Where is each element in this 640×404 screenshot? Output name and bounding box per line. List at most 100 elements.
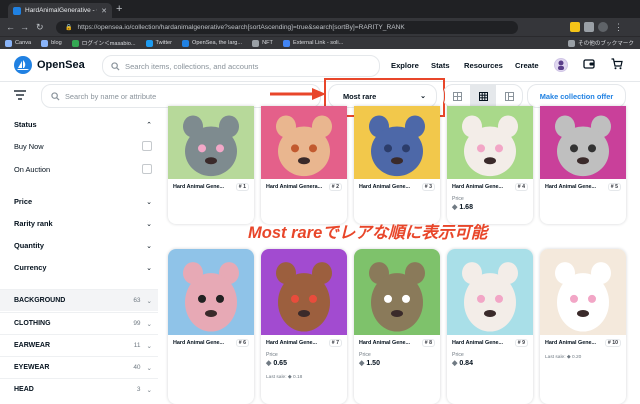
nft-name-row: Hard Animal Gene... # 1 [173, 183, 249, 191]
extension-icon[interactable] [570, 22, 580, 32]
quantity-section-header[interactable]: Quantity ⌄ [14, 241, 152, 250]
price-section-header[interactable]: Price ⌄ [14, 197, 152, 206]
nft-image[interactable] [168, 249, 254, 335]
global-search-placeholder: Search items, collections, and accounts [125, 61, 259, 71]
nft-card[interactable]: Hard Animal Gene... # 1 [168, 106, 254, 224]
trait-background[interactable]: BACKGROUND 63 ⌄ [0, 289, 158, 311]
bookmark-canva[interactable]: Canva [5, 39, 31, 47]
status-section-header[interactable]: Status ⌃ [14, 120, 152, 129]
trait-name: EARWEAR [14, 342, 51, 349]
trait-name: HEAD [14, 386, 34, 393]
nav-stats[interactable]: Stats [431, 61, 450, 70]
tab-close-icon[interactable]: ✕ [101, 7, 107, 15]
forward-icon[interactable]: → [20, 20, 29, 34]
opensea-icon [182, 39, 190, 47]
bookmark-twitter[interactable]: Twitter [145, 39, 172, 47]
nft-card[interactable]: Hard Animal Gene... # 4 Price ◆ 1.68 [447, 106, 533, 224]
bookmark-login[interactable]: ログイン＜masabio... [71, 39, 136, 47]
chevron-down-icon: ⌄ [146, 386, 152, 394]
bookmarks-bar: Canva blog ログイン＜masabio... Twitter OpenS… [0, 36, 640, 49]
cart-icon[interactable] [611, 58, 623, 74]
grid-large-view-icon[interactable] [444, 85, 470, 107]
tab-title: HardAnimalGenerative - Colle [25, 7, 97, 14]
grid-small-view-icon[interactable] [470, 85, 496, 107]
price-value: ◆ 0.65 [266, 359, 342, 367]
filter-toggle-icon[interactable] [14, 90, 26, 103]
trait-clothing[interactable]: CLOTHING 99 ⌄ [0, 312, 158, 334]
nft-card[interactable]: Hard Animal Gene... # 6 [168, 249, 254, 404]
url-field[interactable]: 🔒 https://opensea.io/collection/hardanim… [56, 20, 518, 34]
profile-icon[interactable] [598, 22, 608, 32]
rarity-rank-badge: # 2 [328, 183, 342, 191]
wallet-icon[interactable] [583, 58, 595, 74]
global-search-input[interactable]: Search items, collections, and accounts [102, 55, 380, 77]
nft-image[interactable] [354, 249, 440, 335]
nft-card[interactable]: Hard Animal Gene... # 10 Last sale: ◆ 0.20 [540, 249, 626, 404]
bookmark-blog[interactable]: blog [41, 39, 62, 47]
attribute-search-placeholder: Search by name or attribute [65, 91, 157, 101]
chevron-down-icon: ⌄ [146, 242, 152, 250]
nav-create[interactable]: Create [515, 61, 539, 70]
nft-card[interactable]: Hard Animal Gene... # 7 Price ◆ 0.65 Last sa… [261, 249, 347, 404]
price-label: Price [452, 352, 464, 358]
nft-card[interactable]: Hard Animal Genera... # 2 [261, 106, 347, 224]
animal-character-icon [276, 262, 332, 332]
trait-count: 3 [136, 386, 141, 393]
bookmark-external[interactable]: External Link - soli... [282, 39, 343, 47]
price-value: ◆ 1.68 [452, 203, 528, 211]
avatar[interactable] [554, 58, 568, 72]
nft-image[interactable] [447, 106, 533, 179]
rarity-rank-badge: # 4 [514, 183, 528, 191]
browser-tab[interactable]: HardAnimalGenerative - Colle ✕ [8, 3, 112, 18]
nav-resources[interactable]: Resources [464, 61, 503, 70]
rarity-rank-badge: # 9 [514, 339, 528, 347]
status-option-buy-now[interactable]: Buy Now [14, 141, 152, 151]
nav-explore[interactable]: Explore [391, 61, 419, 70]
other-bookmarks[interactable]: その他のブックマーク [568, 39, 634, 47]
nft-name-row: Hard Animal Genera... # 2 [266, 183, 342, 191]
nft-image[interactable] [354, 106, 440, 179]
nft-meta: Hard Animal Gene... # 10 Last sale: ◆ 0.20 [540, 335, 626, 360]
menu-icon[interactable]: ⋮ [614, 22, 623, 32]
trait-earwear[interactable]: EARWEAR 11 ⌄ [0, 334, 158, 356]
new-tab-icon[interactable]: + [116, 3, 122, 15]
trait-eyewear[interactable]: EYEWEAR 40 ⌄ [0, 356, 158, 378]
nft-name-row: Hard Animal Gene... # 8 [359, 339, 435, 347]
checkbox[interactable] [142, 164, 152, 174]
nft-name: Hard Animal Gene... [359, 184, 411, 190]
chevron-down-icon: ⌄ [146, 220, 152, 228]
nft-name: Hard Animal Gene... [452, 340, 504, 346]
make-collection-offer-button[interactable]: Make collection offer [527, 84, 626, 108]
nft-image[interactable] [447, 249, 533, 335]
bookmark-nft[interactable]: NFT [252, 39, 273, 47]
price-label: Price [452, 196, 464, 202]
nft-image[interactable] [540, 106, 626, 179]
nft-card[interactable]: Hard Animal Gene... # 9 Price ◆ 0.84 [447, 249, 533, 404]
puzzle-icon[interactable] [584, 22, 594, 32]
status-option-label: Buy Now [14, 141, 44, 151]
view-mode-toggle [443, 84, 523, 108]
nft-name: Hard Animal Gene... [452, 184, 504, 190]
nft-card[interactable]: Hard Animal Gene... # 3 [354, 106, 440, 224]
rarity-rank-section-header[interactable]: Rarity rank ⌄ [14, 219, 152, 228]
status-label: Status [14, 120, 37, 129]
nft-image[interactable] [261, 249, 347, 335]
nft-card[interactable]: Hard Animal Gene... # 5 [540, 106, 626, 224]
nft-image[interactable] [540, 249, 626, 335]
checkbox[interactable] [142, 141, 152, 151]
last-sale-label: Last sale: [545, 355, 566, 360]
animal-character-icon [276, 115, 332, 177]
nft-card[interactable]: Hard Animal Gene... # 8 Price ◆ 1.50 [354, 249, 440, 404]
back-icon[interactable]: ← [6, 20, 15, 34]
opensea-logo[interactable]: OpenSea [14, 56, 85, 74]
reload-icon[interactable]: ↻ [36, 20, 44, 34]
nft-meta: Hard Animal Gene... # 1 [168, 179, 254, 191]
nft-image[interactable] [168, 106, 254, 179]
list-view-icon[interactable] [496, 85, 522, 107]
trait-head[interactable]: HEAD 3 ⌄ [0, 378, 158, 400]
currency-section-header[interactable]: Currency ⌄ [14, 263, 152, 272]
section-label: Quantity [14, 241, 44, 250]
status-option-on-auction[interactable]: On Auction [14, 164, 152, 174]
nft-image[interactable] [261, 106, 347, 179]
bookmark-opensea[interactable]: OpenSea, the larg... [182, 39, 242, 47]
